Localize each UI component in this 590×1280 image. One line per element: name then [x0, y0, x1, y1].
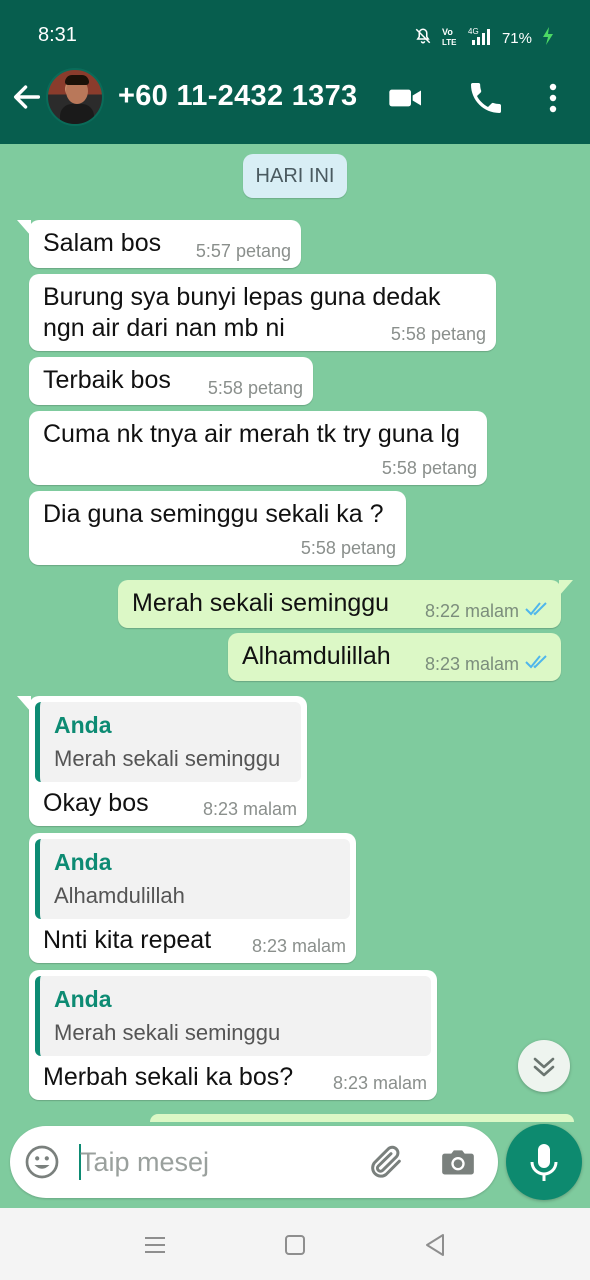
more-options-icon[interactable] [538, 78, 568, 118]
status-time: 8:31 [38, 24, 77, 46]
back-arrow-icon[interactable] [10, 80, 44, 114]
message-outgoing-partial [150, 1114, 574, 1122]
message-time: 5:58 petang [381, 458, 477, 478]
message-time: 8:23 malam [332, 1073, 427, 1093]
mute-notifications-icon [414, 27, 432, 49]
message-time: 8:23 malam [424, 654, 519, 674]
date-chip: HARI INI [243, 154, 347, 198]
quote-author: Anda [54, 986, 112, 1012]
message-time: 5:58 petang [390, 324, 486, 344]
svg-text:Vo: Vo [442, 27, 453, 37]
message-incoming[interactable]: Salam bos 5:57 petang [17, 220, 301, 268]
double-chevron-down-icon [533, 1057, 555, 1077]
message-incoming[interactable]: Burung sya bunyi lepas guna dedak ngn ai… [29, 274, 496, 351]
svg-text:LTE: LTE [442, 38, 457, 46]
quote-text: Alhamdulillah [54, 883, 185, 908]
message-incoming-reply[interactable]: Anda Merah sekali seminggu Merbah sekali… [29, 970, 437, 1100]
message-input[interactable] [80, 1140, 350, 1184]
svg-text:4G: 4G [468, 27, 479, 36]
quoted-message[interactable]: Anda Merah sekali seminggu [35, 976, 431, 1056]
attach-icon[interactable] [366, 1142, 406, 1182]
quote-text: Merah sekali seminggu [54, 1020, 281, 1045]
battery-level: 71% [501, 29, 532, 47]
volte-icon: Vo LTE [442, 26, 458, 50]
home-icon[interactable] [280, 1230, 310, 1260]
message-text: Cuma nk tnya air merah tk try guna lg [43, 420, 460, 448]
mic-icon [530, 1144, 558, 1181]
quoted-message[interactable]: Anda Merah sekali seminggu [35, 702, 301, 782]
message-text: Alhamdulillah [242, 642, 391, 670]
voice-call-icon[interactable] [466, 78, 506, 118]
read-ticks-icon [525, 601, 551, 622]
quote-author: Anda [54, 849, 112, 875]
contact-name[interactable]: +60 11-2432 1373 [118, 80, 357, 113]
message-time: 5:58 petang [300, 538, 396, 558]
read-ticks-icon [525, 654, 551, 675]
message-text: Terbaik bos [43, 366, 171, 394]
message-time: 8:23 malam [202, 799, 297, 819]
message-incoming-reply[interactable]: Anda Alhamdulillah Nnti kita repeat 8:23… [29, 833, 356, 963]
quote-author: Anda [54, 712, 112, 738]
message-text: Salam bos [43, 229, 162, 257]
chat-area[interactable]: HARI INI Salam bos 5:57 petang Burung sy… [0, 144, 590, 1124]
message-time: 5:57 petang [195, 241, 291, 261]
message-text: Dia guna seminggu sekali ka ? [43, 500, 384, 528]
message-time: 8:23 malam [251, 936, 346, 956]
quote-text: Merah sekali seminggu [54, 746, 281, 771]
voice-record-button[interactable] [506, 1124, 582, 1200]
emoji-icon[interactable] [24, 1144, 60, 1180]
camera-icon[interactable] [438, 1142, 478, 1182]
message-incoming[interactable]: Cuma nk tnya air merah tk try guna lg 5:… [29, 411, 487, 485]
message-incoming-reply[interactable]: Anda Merah sekali seminggu Okay bos 8:23… [17, 696, 307, 826]
contact-avatar[interactable] [46, 68, 104, 126]
system-nav-bar [0, 1208, 590, 1280]
message-text: Merah sekali seminggu [132, 589, 390, 617]
message-time: 5:58 petang [207, 378, 303, 398]
status-bar: 8:31 Vo LTE 4G 71% [0, 0, 590, 52]
video-call-icon[interactable] [386, 78, 426, 118]
battery-charging-icon [542, 26, 554, 50]
system-back-icon[interactable] [420, 1230, 450, 1260]
status-icons: Vo LTE 4G 71% [414, 26, 554, 50]
message-outgoing[interactable]: Merah sekali seminggu 8:22 malam [118, 580, 573, 628]
scroll-to-bottom-button[interactable] [518, 1040, 570, 1092]
message-text: Merbah sekali ka bos? [43, 1063, 294, 1091]
recent-apps-icon[interactable] [140, 1230, 170, 1260]
4g-signal-icon: 4G [468, 26, 492, 50]
message-time: 8:22 malam [424, 601, 519, 621]
message-text: Burung sya bunyi lepas guna dedak ngn ai… [43, 283, 441, 342]
message-incoming[interactable]: Terbaik bos 5:58 petang [29, 357, 313, 405]
message-text: Okay bos [43, 789, 149, 817]
chat-header: +60 11-2432 1373 [0, 52, 590, 144]
message-composer [10, 1126, 498, 1198]
quoted-message[interactable]: Anda Alhamdulillah [35, 839, 350, 919]
message-outgoing[interactable]: Alhamdulillah 8:23 malam [228, 633, 561, 681]
message-text: Nnti kita repeat [43, 926, 212, 954]
message-incoming[interactable]: Dia guna seminggu sekali ka ? 5:58 petan… [29, 491, 406, 565]
